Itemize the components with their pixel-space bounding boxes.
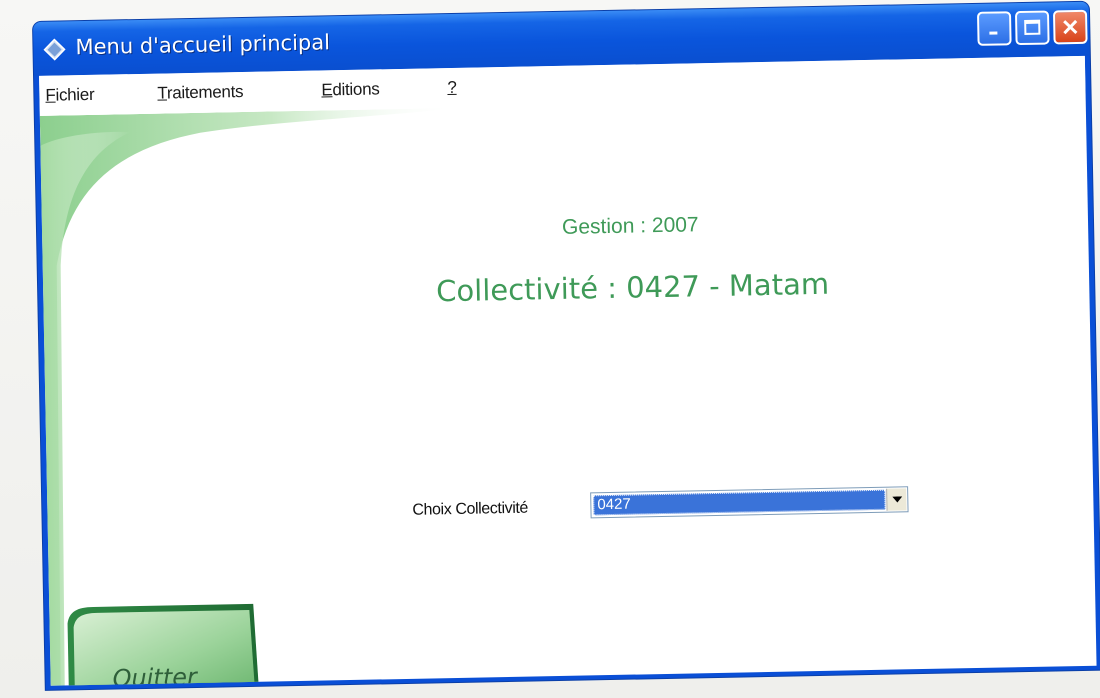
- menu-editions-accelerator: E: [321, 80, 333, 100]
- quit-button-label: Quitter: [112, 662, 198, 686]
- quit-button[interactable]: Quitter: [53, 602, 265, 686]
- maximize-button[interactable]: [1014, 10, 1050, 46]
- menu-fichier-rest: ichier: [55, 84, 95, 105]
- choix-collectivite-label: Choix Collectivité: [412, 499, 529, 519]
- chevron-down-icon: [891, 496, 902, 503]
- window-client-area: Fichier Traitements Editions ? Gestion :…: [39, 55, 1097, 686]
- collectivite-select-value: 0427: [593, 489, 886, 516]
- main-window: Menu d'accueil principal Fichier Traitem…: [33, 1, 1100, 690]
- menu-help[interactable]: ?: [447, 78, 457, 98]
- menu-editions[interactable]: Editions: [321, 79, 379, 100]
- application-diamond-icon: [43, 38, 66, 61]
- minimize-icon: [989, 31, 998, 35]
- close-icon: [1063, 19, 1078, 35]
- close-button[interactable]: [1052, 9, 1088, 45]
- menu-traitements[interactable]: Traitements: [157, 82, 243, 104]
- collectivite-select[interactable]: 0427: [590, 486, 909, 519]
- menu-traitements-rest: raitements: [166, 81, 244, 103]
- menu-fichier-accelerator: F: [45, 85, 56, 105]
- menu-editions-rest: ditions: [332, 79, 380, 100]
- menu-fichier[interactable]: Fichier: [45, 85, 94, 106]
- window-title: Menu d'accueil principal: [75, 30, 331, 60]
- screenshot-page: Menu d'accueil principal Fichier Traitem…: [0, 0, 1100, 698]
- maximize-icon: [1024, 19, 1041, 35]
- gestion-year-label: Gestion : 2007: [561, 213, 699, 239]
- collectivite-heading: Collectivité : 0427 - Matam: [435, 266, 830, 309]
- menu-help-label: ?: [447, 77, 457, 98]
- minimize-button[interactable]: [976, 11, 1012, 46]
- dropdown-arrow-button[interactable]: [886, 488, 907, 511]
- green-swoosh-background: [39, 107, 460, 686]
